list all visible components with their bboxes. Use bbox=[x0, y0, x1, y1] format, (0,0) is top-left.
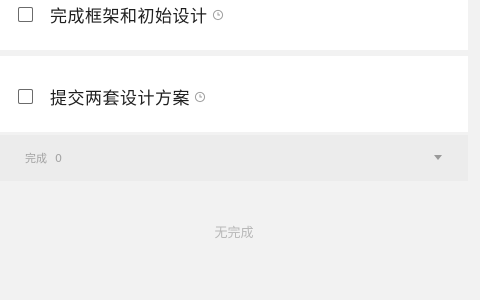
task-checkbox[interactable] bbox=[18, 6, 33, 22]
empty-state-text: 无完成 bbox=[214, 226, 254, 241]
task-title: 完成框架和初始设计 bbox=[50, 6, 208, 27]
task-title: 提交两套设计方案 bbox=[50, 88, 190, 109]
clock-icon bbox=[194, 91, 206, 103]
clock-icon bbox=[212, 9, 223, 21]
task-item[interactable]: 提交两套设计方案 bbox=[18, 82, 468, 110]
task-item[interactable]: 完成框架和初始设计 bbox=[18, 0, 468, 28]
task-card: 完成框架和初始设计 bbox=[0, 0, 468, 50]
task-card: 提交两套设计方案 bbox=[0, 56, 468, 132]
completed-count: 0 bbox=[55, 151, 62, 165]
task-checkbox[interactable] bbox=[18, 88, 33, 104]
completed-section-header[interactable]: 完成 0 bbox=[0, 135, 468, 181]
completed-label: 完成 bbox=[25, 152, 47, 165]
caret-down-icon[interactable] bbox=[434, 155, 442, 160]
